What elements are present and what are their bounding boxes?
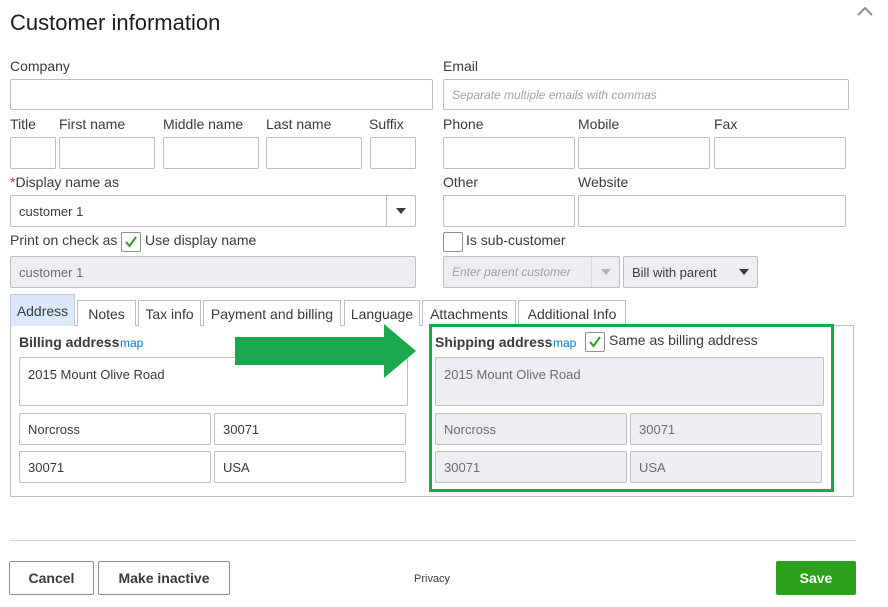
parent-customer-select: Enter parent customer (443, 256, 620, 288)
cancel-button[interactable]: Cancel (9, 561, 94, 595)
tab-tax-info[interactable]: Tax info (138, 300, 201, 326)
website-input[interactable] (578, 195, 846, 227)
billing-address-label: Billing address (19, 334, 120, 350)
title-input[interactable] (10, 137, 56, 169)
fax-label: Fax (714, 116, 738, 132)
page-title: Customer information (10, 10, 221, 35)
is-sub-customer-label: Is sub-customer (466, 232, 566, 248)
shipping-city-input: Norcross (435, 413, 627, 445)
shipping-street-input: 2015 Mount Olive Road (435, 357, 824, 406)
bill-with-parent-value: Bill with parent (632, 264, 717, 280)
caret-down-icon[interactable] (386, 196, 415, 226)
checkmark-icon (589, 336, 601, 348)
middle-name-label: Middle name (163, 116, 244, 132)
caret-down-icon (591, 257, 619, 287)
chevron-up-icon[interactable] (855, 4, 875, 18)
suffix-input[interactable] (370, 137, 416, 169)
company-label: Company (10, 58, 70, 74)
shipping-zip-input: 30071 (435, 451, 627, 483)
billing-map-link[interactable]: map (120, 336, 143, 350)
checkmark-icon (125, 236, 137, 248)
shipping-country-input: USA (630, 451, 822, 483)
use-display-name-label: Use display name (145, 232, 257, 248)
save-button[interactable]: Save (776, 561, 856, 595)
first-name-label: First name (59, 116, 126, 132)
mobile-input[interactable] (578, 137, 710, 169)
email-input[interactable]: Separate multiple emails with commas (443, 79, 849, 110)
phone-input[interactable] (443, 137, 575, 169)
other-input[interactable] (443, 195, 575, 227)
middle-name-input[interactable] (163, 137, 259, 169)
annotation-arrow-icon (235, 324, 416, 378)
last-name-label: Last name (266, 116, 332, 132)
tab-additional-info[interactable]: Additional Info (518, 300, 626, 326)
use-display-name-checkbox[interactable] (121, 232, 141, 252)
is-sub-customer-checkbox[interactable] (443, 232, 463, 252)
mobile-label: Mobile (578, 116, 620, 132)
display-name-label: *Display name as (10, 174, 119, 190)
make-inactive-button[interactable]: Make inactive (98, 561, 230, 595)
same-as-billing-checkbox[interactable] (585, 332, 605, 352)
display-name-select[interactable]: customer 1 (10, 195, 416, 227)
phone-label: Phone (443, 116, 484, 132)
first-name-input[interactable] (59, 137, 155, 169)
email-label: Email (443, 58, 479, 74)
print-on-check-label: Print on check as (10, 232, 118, 248)
last-name-input[interactable] (266, 137, 362, 169)
suffix-label: Suffix (369, 116, 404, 132)
tab-attachments[interactable]: Attachments (422, 300, 516, 326)
shipping-map-link[interactable]: map (553, 336, 576, 350)
fax-input[interactable] (714, 137, 846, 169)
billing-city-input[interactable]: Norcross (19, 413, 211, 445)
display-name-label-text: Display name as (15, 174, 119, 190)
title-label: Title (10, 116, 36, 132)
billing-zip-input[interactable]: 30071 (19, 451, 211, 483)
billing-state-input[interactable]: 30071 (214, 413, 406, 445)
billing-country-input[interactable]: USA (214, 451, 406, 483)
email-placeholder: Separate multiple emails with commas (452, 87, 657, 102)
print-on-check-input[interactable]: customer 1 (10, 256, 416, 288)
other-label: Other (443, 174, 479, 190)
website-label: Website (578, 174, 629, 190)
bill-with-parent-select: Bill with parent (623, 256, 758, 288)
shipping-address-label: Shipping address (435, 334, 553, 350)
display-name-value: customer 1 (19, 203, 84, 219)
tab-notes[interactable]: Notes (77, 300, 136, 326)
same-as-billing-label: Same as billing address (609, 332, 758, 348)
company-input[interactable] (10, 79, 433, 110)
shipping-state-input: 30071 (630, 413, 822, 445)
caret-down-icon (739, 269, 749, 275)
footer-divider (10, 540, 856, 541)
parent-customer-placeholder: Enter parent customer (452, 265, 571, 279)
privacy-link[interactable]: Privacy (414, 573, 450, 585)
tab-address[interactable]: Address (10, 294, 75, 326)
